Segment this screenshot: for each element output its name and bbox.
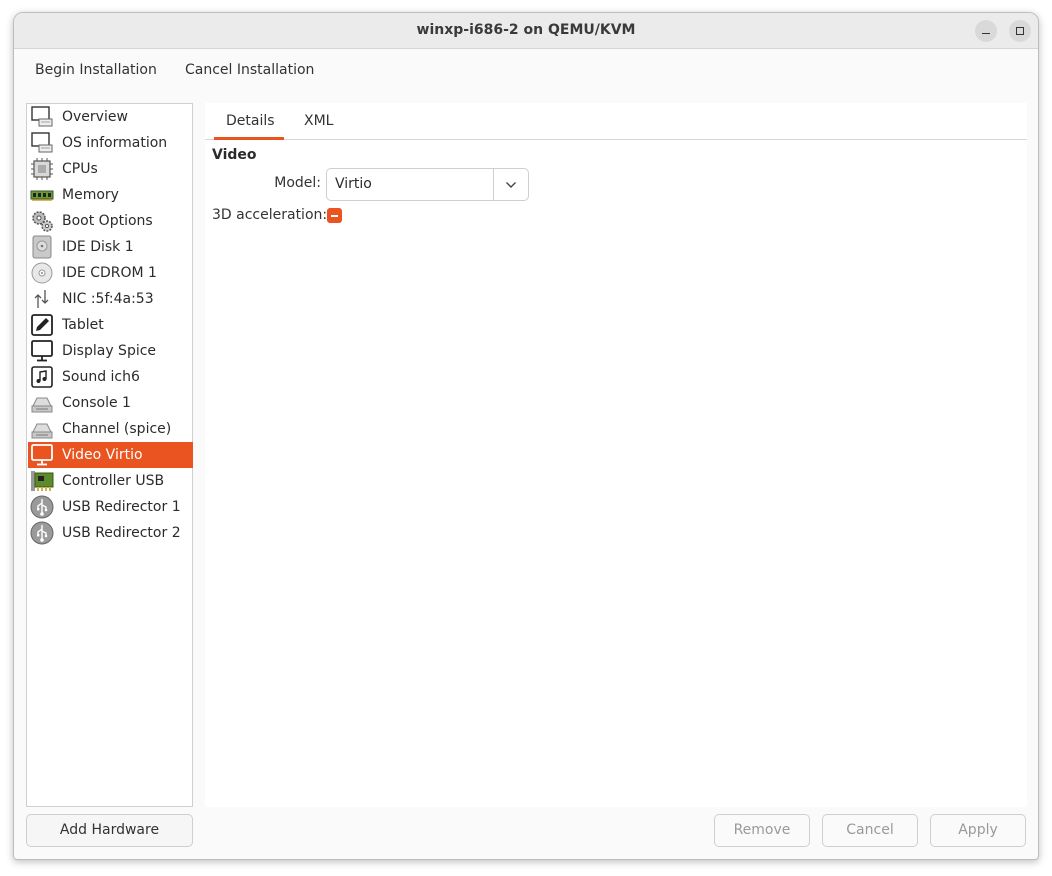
usb-icon — [29, 495, 55, 519]
3d-acceleration-label: 3D acceleration: — [212, 207, 328, 223]
sidebar-item-label: Memory — [62, 187, 119, 203]
model-select[interactable]: Virtio — [326, 168, 529, 201]
sidebar-item-controller-usb[interactable]: Controller USB — [28, 468, 193, 494]
sidebar-item-nic[interactable]: NIC :5f:4a:53 — [28, 286, 193, 312]
memory-ram-icon — [29, 183, 55, 207]
tab-details[interactable]: Details — [226, 113, 275, 129]
maximize-icon — [1016, 27, 1024, 35]
sidebar-item-label: IDE CDROM 1 — [62, 265, 157, 281]
details-panel: Details XML Video Model: Virtio 3D accel… — [205, 103, 1027, 807]
3d-acceleration-checkbox[interactable] — [327, 208, 342, 223]
apply-button[interactable]: Apply — [930, 814, 1026, 847]
sidebar-item-ide-disk-1[interactable]: IDE Disk 1 — [28, 234, 193, 260]
indeterminate-mark-icon — [331, 214, 338, 217]
sidebar-item-label: NIC :5f:4a:53 — [62, 291, 154, 307]
sidebar-item-label: Console 1 — [62, 395, 131, 411]
music-note-icon — [29, 365, 55, 389]
cdrom-icon — [29, 261, 55, 285]
serial-port-icon — [29, 417, 55, 441]
toolbar: Begin Installation Cancel Installation — [14, 49, 1038, 95]
vm-details-window: winxp-i686-2 on QEMU/KVM Begin Installat… — [13, 12, 1039, 860]
sidebar-item-tablet[interactable]: Tablet — [28, 312, 193, 338]
model-label: Model: — [274, 175, 321, 191]
cancel-button[interactable]: Cancel — [822, 814, 918, 847]
minimize-button[interactable] — [975, 20, 997, 42]
title-bar: winxp-i686-2 on QEMU/KVM — [14, 13, 1038, 49]
sidebar-item-label: IDE Disk 1 — [62, 239, 134, 255]
remove-button[interactable]: Remove — [714, 814, 810, 847]
monitor-keyboard-icon — [29, 105, 55, 129]
minimize-icon — [982, 32, 990, 35]
tablet-pen-icon — [29, 313, 55, 337]
sidebar-item-overview[interactable]: Overview — [28, 104, 193, 130]
sidebar-item-video-virtio[interactable]: Video Virtio — [28, 442, 193, 468]
hardware-list: Overview OS information CPUs Memory Boot — [26, 103, 193, 807]
serial-port-icon — [29, 391, 55, 415]
sidebar-item-label: Channel (spice) — [62, 421, 172, 437]
active-tab-indicator — [214, 137, 284, 140]
sidebar-item-label: Display Spice — [62, 343, 157, 359]
sidebar-item-label: Tablet — [62, 317, 104, 333]
sidebar-item-label: Boot Options — [62, 213, 153, 229]
hard-disk-icon — [29, 235, 55, 259]
model-select-value: Virtio — [335, 176, 372, 192]
sidebar-item-usb-redirector-1[interactable]: USB Redirector 1 — [28, 494, 193, 520]
section-title: Video — [212, 147, 257, 163]
cancel-installation-button[interactable]: Cancel Installation — [185, 62, 314, 78]
tab-bar: Details XML — [205, 103, 1027, 140]
chevron-down-icon — [506, 181, 516, 188]
sidebar-item-ide-cdrom-1[interactable]: IDE CDROM 1 — [28, 260, 193, 286]
sidebar-item-label: USB Redirector 2 — [62, 525, 181, 541]
sidebar-item-display-spice[interactable]: Display Spice — [28, 338, 193, 364]
sidebar-item-console-1[interactable]: Console 1 — [28, 390, 193, 416]
sidebar-item-label: Overview — [62, 109, 128, 125]
sidebar-item-label: Video Virtio — [62, 447, 143, 463]
cpu-chip-icon — [29, 157, 55, 181]
sidebar-item-label: Sound ich6 — [62, 369, 140, 385]
gears-icon — [29, 209, 55, 233]
window-title: winxp-i686-2 on QEMU/KVM — [416, 22, 636, 38]
model-select-toggle[interactable] — [493, 169, 528, 200]
begin-installation-button[interactable]: Begin Installation — [35, 62, 157, 78]
sidebar-item-channel-spice[interactable]: Channel (spice) — [28, 416, 193, 442]
monitor-keyboard-icon — [29, 131, 55, 155]
sidebar-item-cpus[interactable]: CPUs — [28, 156, 193, 182]
display-monitor-icon — [29, 339, 55, 363]
maximize-button[interactable] — [1009, 20, 1031, 42]
sidebar-item-label: Controller USB — [62, 473, 165, 489]
usb-icon — [29, 521, 55, 545]
sidebar-item-sound-ich6[interactable]: Sound ich6 — [28, 364, 193, 390]
video-monitor-icon — [29, 443, 55, 467]
sidebar-item-boot-options[interactable]: Boot Options — [28, 208, 193, 234]
network-arrows-icon — [29, 287, 55, 311]
sidebar-item-os-information[interactable]: OS information — [28, 130, 193, 156]
tab-xml[interactable]: XML — [304, 113, 333, 129]
sidebar-item-memory[interactable]: Memory — [28, 182, 193, 208]
sidebar-item-usb-redirector-2[interactable]: USB Redirector 2 — [28, 520, 193, 546]
controller-card-icon — [29, 469, 55, 493]
sidebar-item-label: USB Redirector 1 — [62, 499, 181, 515]
sidebar-item-label: CPUs — [62, 161, 98, 177]
sidebar-item-label: OS information — [62, 135, 168, 151]
add-hardware-button[interactable]: Add Hardware — [26, 814, 193, 847]
